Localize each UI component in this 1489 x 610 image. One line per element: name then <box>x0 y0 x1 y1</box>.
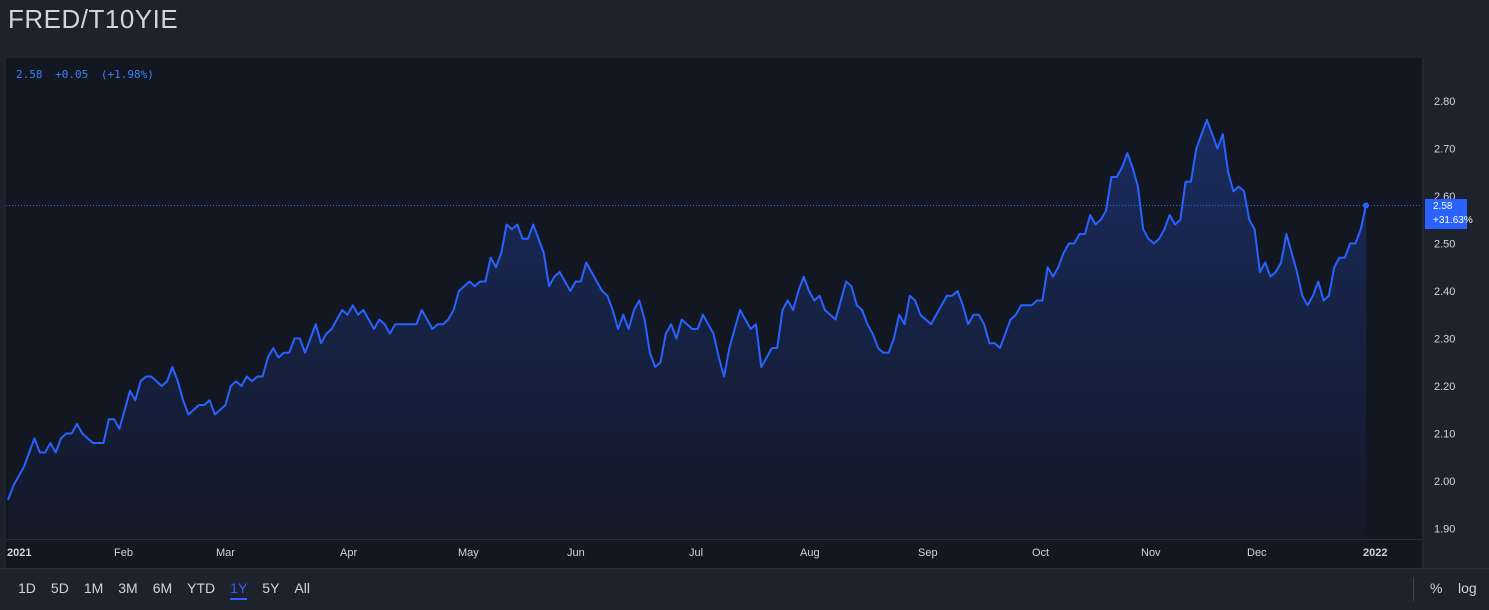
x-tick-label: Dec <box>1247 547 1267 559</box>
range-toolbar: 1D 5D 1M 3M 6M YTD 1Y 5Y All % log <box>0 568 1489 610</box>
x-tick-label: Aug <box>800 547 820 559</box>
range-button-1y[interactable]: 1Y <box>230 580 248 600</box>
last-price-badge: 2.58 +31.63% <box>1425 199 1473 229</box>
x-tick-label: Feb <box>114 547 133 559</box>
page-title: FRED/T10YIE <box>8 4 179 34</box>
toolbar-divider <box>1413 577 1414 601</box>
x-tick-label: May <box>458 547 479 559</box>
range-button-all[interactable]: All <box>294 580 310 596</box>
y-tick-label: 2.30 <box>1434 334 1455 346</box>
legend-change-percent: (+1.98%) <box>100 68 154 81</box>
legend: 2.58 +0.05 (+1.98%) <box>16 68 160 81</box>
y-tick-label: 2.20 <box>1434 381 1455 393</box>
range-buttons: 1D 5D 1M 3M 6M YTD 1Y 5Y All <box>18 580 325 600</box>
range-button-1d[interactable]: 1D <box>18 580 36 596</box>
range-button-6m[interactable]: 6M <box>153 580 172 596</box>
y-tick-label: 2.00 <box>1434 476 1455 488</box>
last-price-value: 2.58 <box>1433 201 1453 212</box>
range-button-5y[interactable]: 5Y <box>262 580 279 596</box>
log-scale-button[interactable]: log <box>1458 580 1477 596</box>
y-tick-label: 2.80 <box>1434 96 1455 108</box>
x-tick-label: Jun <box>567 547 585 559</box>
x-tick-label: Mar <box>216 547 235 559</box>
last-point-marker <box>1363 202 1369 209</box>
chart-area[interactable]: 1.90 2.00 2.10 2.20 2.30 2.40 2.50 2.60 2.70 2.80… <box>0 58 1489 568</box>
x-tick-label: Sep <box>918 547 938 559</box>
y-tick-label: 2.40 <box>1434 286 1455 298</box>
x-tick-label: 2022 <box>1363 547 1387 559</box>
y-tick-label: 2.50 <box>1434 239 1455 251</box>
legend-last-value: 2.58 <box>16 68 43 81</box>
range-button-ytd[interactable]: YTD <box>187 580 215 596</box>
range-button-1m[interactable]: 1M <box>84 580 103 596</box>
price-axis-background <box>1423 58 1489 568</box>
x-tick-label: Oct <box>1032 547 1049 559</box>
x-tick-label: Nov <box>1141 547 1161 559</box>
percent-scale-button[interactable]: % <box>1430 580 1442 596</box>
x-tick-label: 2021 <box>7 547 31 559</box>
range-button-5d[interactable]: 5D <box>51 580 69 596</box>
y-tick-label: 2.10 <box>1434 429 1455 441</box>
x-tick-label: Apr <box>340 547 357 559</box>
x-tick-label: Jul <box>689 547 703 559</box>
y-tick-label: 1.90 <box>1434 524 1455 536</box>
legend-change: +0.05 <box>55 68 89 81</box>
y-tick-label: 2.70 <box>1434 144 1455 156</box>
range-button-3m[interactable]: 3M <box>118 580 137 596</box>
price-chart[interactable]: 1.902.002.102.202.302.402.502.602.702.80… <box>0 58 1489 568</box>
last-price-percent: +31.63% <box>1433 215 1473 226</box>
